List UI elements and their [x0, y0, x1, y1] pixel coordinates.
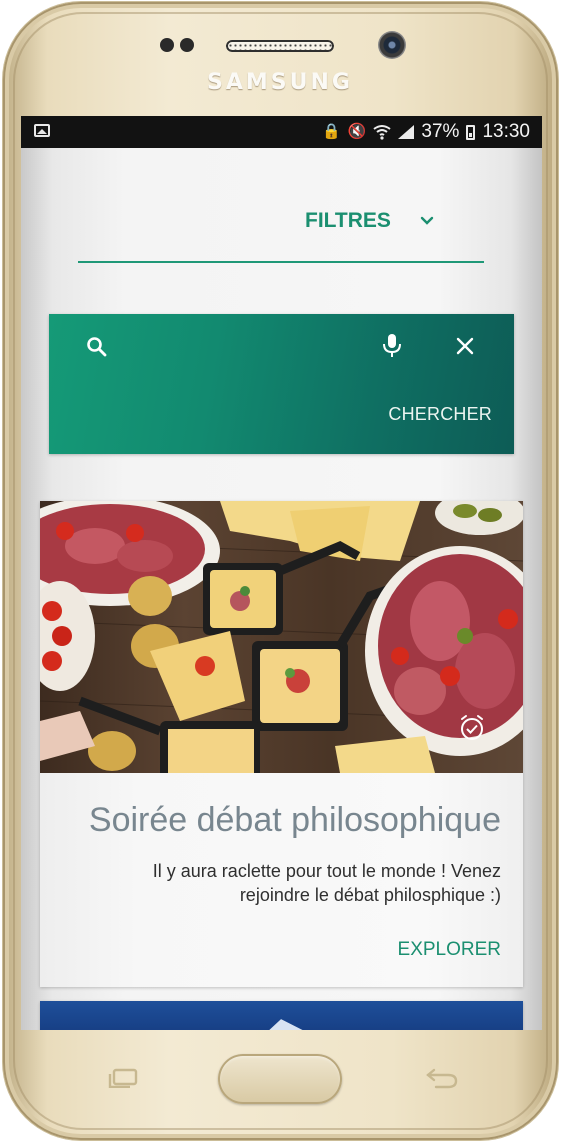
earpiece-speaker	[226, 40, 334, 52]
home-button[interactable]	[218, 1054, 342, 1104]
event-title: Soirée débat philosophique	[88, 801, 501, 839]
clock: 13:30	[482, 121, 530, 142]
battery-percent: 37%	[421, 121, 460, 142]
recent-apps-icon[interactable]	[106, 1068, 140, 1088]
chevron-down-icon	[420, 216, 434, 225]
gallery-icon	[34, 124, 50, 137]
status-bar: 🔒 🔇 37% 13:30	[21, 116, 542, 148]
event-image	[40, 501, 523, 773]
search-button[interactable]: CHERCHER	[388, 404, 492, 425]
search-panel: CHERCHER	[49, 314, 514, 454]
lock-icon: 🔒	[322, 123, 341, 140]
timer-icon	[461, 715, 483, 740]
mic-icon[interactable]	[380, 333, 404, 359]
back-icon[interactable]	[424, 1066, 460, 1090]
next-event-card[interactable]	[40, 1001, 523, 1030]
app-content: FILTRES CHERCHER Soirée débat philosophi…	[21, 148, 542, 1030]
filters-dropdown[interactable]: FILTRES	[78, 203, 484, 263]
phone-screen: 🔒 🔇 37% 13:30 FILTRES CHERCHER Soirée dé…	[21, 116, 542, 1030]
signal-icon	[398, 125, 415, 139]
battery-icon	[466, 124, 476, 140]
mute-icon: 🔇	[347, 123, 367, 140]
event-description: Il y aura raclette pour tout le monde ! …	[152, 861, 501, 905]
event-card[interactable]: Soirée débat philosophique Il y aura rac…	[40, 501, 523, 987]
close-icon[interactable]	[454, 335, 476, 357]
front-camera	[378, 31, 406, 59]
wifi-icon	[373, 125, 392, 140]
raclette-platter-image	[40, 501, 523, 773]
brand-logo: SAMSUNG	[207, 70, 353, 95]
search-icon	[87, 337, 107, 357]
explore-button[interactable]: EXPLORER	[398, 939, 501, 961]
status-icons: 🔒 🔇 37% 13:30	[322, 121, 530, 143]
filters-label: FILTRES	[305, 209, 391, 232]
search-input[interactable]	[125, 330, 365, 364]
sensor-dots	[160, 38, 194, 52]
